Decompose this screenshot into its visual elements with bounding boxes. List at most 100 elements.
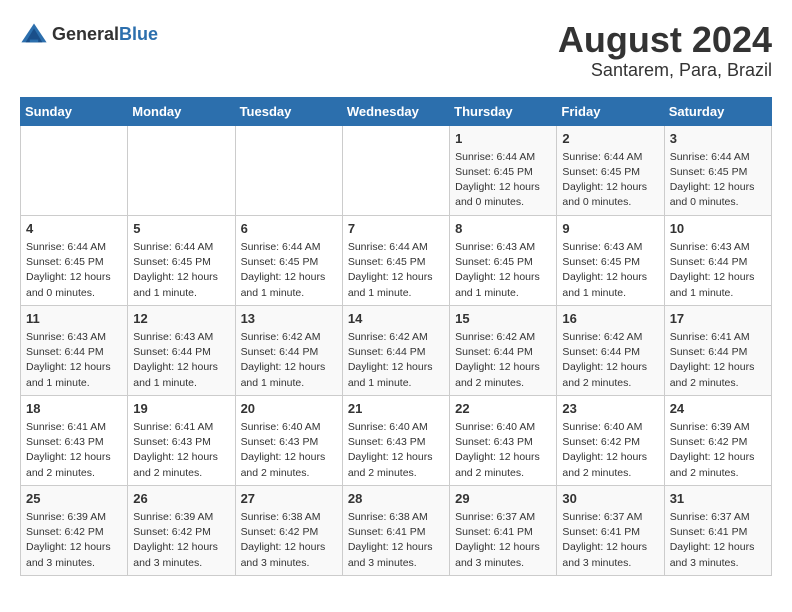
calendar-header-saturday: Saturday [664, 97, 771, 125]
calendar-header-monday: Monday [128, 97, 235, 125]
calendar-table: SundayMondayTuesdayWednesdayThursdayFrid… [20, 97, 772, 576]
calendar-cell: 16 Sunrise: 6:42 AM Sunset: 6:44 PM Dayli… [557, 305, 664, 395]
day-number: 7 [348, 220, 444, 238]
logo-general: General [52, 24, 119, 44]
calendar-cell: 2 Sunrise: 6:44 AM Sunset: 6:45 PM Daylig… [557, 125, 664, 215]
logo-icon [20, 20, 48, 48]
calendar-cell: 24 Sunrise: 6:39 AM Sunset: 6:42 PM Dayli… [664, 395, 771, 485]
cell-info: Sunrise: 6:44 AM Sunset: 6:45 PM Dayligh… [455, 150, 551, 211]
day-number: 19 [133, 400, 229, 418]
calendar-cell: 1Sunrise: 6:44 AM Sunset: 6:45 PM Daylig… [450, 125, 557, 215]
calendar-header-sunday: Sunday [21, 97, 128, 125]
cell-info: Sunrise: 6:40 AM Sunset: 6:43 PM Dayligh… [241, 420, 337, 481]
calendar-week-5: 25 Sunrise: 6:39 AM Sunset: 6:42 PM Dayli… [21, 485, 772, 575]
calendar-cell: 4 Sunrise: 6:44 AM Sunset: 6:45 PM Daylig… [21, 215, 128, 305]
cell-info: Sunrise: 6:43 AM Sunset: 6:44 PM Dayligh… [133, 330, 229, 391]
day-number: 16 [562, 310, 658, 328]
day-number: 3 [670, 130, 766, 148]
logo-blue: Blue [119, 24, 158, 44]
calendar-week-3: 11 Sunrise: 6:43 AM Sunset: 6:44 PM Dayli… [21, 305, 772, 395]
day-number: 10 [670, 220, 766, 238]
calendar-cell: 23Sunrise: 6:40 AM Sunset: 6:42 PM Dayli… [557, 395, 664, 485]
cell-info: Sunrise: 6:39 AM Sunset: 6:42 PM Dayligh… [133, 510, 229, 571]
calendar-cell: 15Sunrise: 6:42 AM Sunset: 6:44 PM Dayli… [450, 305, 557, 395]
cell-info: Sunrise: 6:44 AM Sunset: 6:45 PM Dayligh… [562, 150, 658, 211]
logo-text: GeneralBlue [52, 24, 158, 45]
calendar-cell: 14 Sunrise: 6:42 AM Sunset: 6:44 PM Dayli… [342, 305, 449, 395]
calendar-cell: 21 Sunrise: 6:40 AM Sunset: 6:43 PM Dayli… [342, 395, 449, 485]
calendar-week-2: 4 Sunrise: 6:44 AM Sunset: 6:45 PM Daylig… [21, 215, 772, 305]
cell-info: Sunrise: 6:37 AM Sunset: 6:41 PM Dayligh… [562, 510, 658, 571]
cell-info: Sunrise: 6:42 AM Sunset: 6:44 PM Dayligh… [562, 330, 658, 391]
calendar-cell: 11 Sunrise: 6:43 AM Sunset: 6:44 PM Dayli… [21, 305, 128, 395]
day-number: 18 [26, 400, 122, 418]
day-number: 30 [562, 490, 658, 508]
title-block: August 2024 Santarem, Para, Brazil [558, 20, 772, 81]
calendar-cell [21, 125, 128, 215]
calendar-header-thursday: Thursday [450, 97, 557, 125]
cell-info: Sunrise: 6:39 AM Sunset: 6:42 PM Dayligh… [26, 510, 122, 571]
month-year-title: August 2024 [558, 20, 772, 60]
cell-info: Sunrise: 6:42 AM Sunset: 6:44 PM Dayligh… [241, 330, 337, 391]
calendar-cell: 5Sunrise: 6:44 AM Sunset: 6:45 PM Daylig… [128, 215, 235, 305]
calendar-cell: 27 Sunrise: 6:38 AM Sunset: 6:42 PM Dayli… [235, 485, 342, 575]
cell-info: Sunrise: 6:44 AM Sunset: 6:45 PM Dayligh… [348, 240, 444, 301]
calendar-cell: 13Sunrise: 6:42 AM Sunset: 6:44 PM Dayli… [235, 305, 342, 395]
day-number: 14 [348, 310, 444, 328]
calendar-header-wednesday: Wednesday [342, 97, 449, 125]
cell-info: Sunrise: 6:43 AM Sunset: 6:44 PM Dayligh… [670, 240, 766, 301]
cell-info: Sunrise: 6:43 AM Sunset: 6:45 PM Dayligh… [455, 240, 551, 301]
calendar-cell: 30 Sunrise: 6:37 AM Sunset: 6:41 PM Dayli… [557, 485, 664, 575]
calendar-week-4: 18 Sunrise: 6:41 AM Sunset: 6:43 PM Dayli… [21, 395, 772, 485]
calendar-cell: 28 Sunrise: 6:38 AM Sunset: 6:41 PM Dayli… [342, 485, 449, 575]
cell-info: Sunrise: 6:43 AM Sunset: 6:45 PM Dayligh… [562, 240, 658, 301]
day-number: 4 [26, 220, 122, 238]
cell-info: Sunrise: 6:38 AM Sunset: 6:41 PM Dayligh… [348, 510, 444, 571]
cell-info: Sunrise: 6:39 AM Sunset: 6:42 PM Dayligh… [670, 420, 766, 481]
day-number: 15 [455, 310, 551, 328]
calendar-cell: 12 Sunrise: 6:43 AM Sunset: 6:44 PM Dayli… [128, 305, 235, 395]
cell-info: Sunrise: 6:43 AM Sunset: 6:44 PM Dayligh… [26, 330, 122, 391]
cell-info: Sunrise: 6:40 AM Sunset: 6:43 PM Dayligh… [348, 420, 444, 481]
calendar-header-tuesday: Tuesday [235, 97, 342, 125]
calendar-header-row: SundayMondayTuesdayWednesdayThursdayFrid… [21, 97, 772, 125]
cell-info: Sunrise: 6:40 AM Sunset: 6:42 PM Dayligh… [562, 420, 658, 481]
calendar-cell: 6 Sunrise: 6:44 AM Sunset: 6:45 PM Daylig… [235, 215, 342, 305]
calendar-cell: 18Sunrise: 6:41 AM Sunset: 6:43 PM Dayli… [21, 395, 128, 485]
location-subtitle: Santarem, Para, Brazil [558, 60, 772, 81]
calendar-cell: 10 Sunrise: 6:43 AM Sunset: 6:44 PM Dayli… [664, 215, 771, 305]
day-number: 21 [348, 400, 444, 418]
cell-info: Sunrise: 6:44 AM Sunset: 6:45 PM Dayligh… [241, 240, 337, 301]
cell-info: Sunrise: 6:38 AM Sunset: 6:42 PM Dayligh… [241, 510, 337, 571]
day-number: 6 [241, 220, 337, 238]
cell-info: Sunrise: 6:40 AM Sunset: 6:43 PM Dayligh… [455, 420, 551, 481]
cell-info: Sunrise: 6:42 AM Sunset: 6:44 PM Dayligh… [348, 330, 444, 391]
calendar-cell: 22Sunrise: 6:40 AM Sunset: 6:43 PM Dayli… [450, 395, 557, 485]
day-number: 25 [26, 490, 122, 508]
calendar-cell: 8 Sunrise: 6:43 AM Sunset: 6:45 PM Daylig… [450, 215, 557, 305]
calendar-header-friday: Friday [557, 97, 664, 125]
cell-info: Sunrise: 6:37 AM Sunset: 6:41 PM Dayligh… [455, 510, 551, 571]
calendar-cell: 26 Sunrise: 6:39 AM Sunset: 6:42 PM Dayli… [128, 485, 235, 575]
calendar-cell: 17Sunrise: 6:41 AM Sunset: 6:44 PM Dayli… [664, 305, 771, 395]
cell-info: Sunrise: 6:41 AM Sunset: 6:43 PM Dayligh… [133, 420, 229, 481]
day-number: 24 [670, 400, 766, 418]
cell-info: Sunrise: 6:44 AM Sunset: 6:45 PM Dayligh… [26, 240, 122, 301]
day-number: 27 [241, 490, 337, 508]
day-number: 12 [133, 310, 229, 328]
cell-info: Sunrise: 6:44 AM Sunset: 6:45 PM Dayligh… [670, 150, 766, 211]
calendar-cell: 7 Sunrise: 6:44 AM Sunset: 6:45 PM Daylig… [342, 215, 449, 305]
day-number: 29 [455, 490, 551, 508]
day-number: 8 [455, 220, 551, 238]
day-number: 26 [133, 490, 229, 508]
day-number: 9 [562, 220, 658, 238]
calendar-cell [128, 125, 235, 215]
calendar-cell: 9 Sunrise: 6:43 AM Sunset: 6:45 PM Daylig… [557, 215, 664, 305]
page-header: GeneralBlue August 2024 Santarem, Para, … [20, 20, 772, 81]
day-number: 2 [562, 130, 658, 148]
day-number: 11 [26, 310, 122, 328]
day-number: 31 [670, 490, 766, 508]
day-number: 28 [348, 490, 444, 508]
calendar-cell [342, 125, 449, 215]
day-number: 20 [241, 400, 337, 418]
